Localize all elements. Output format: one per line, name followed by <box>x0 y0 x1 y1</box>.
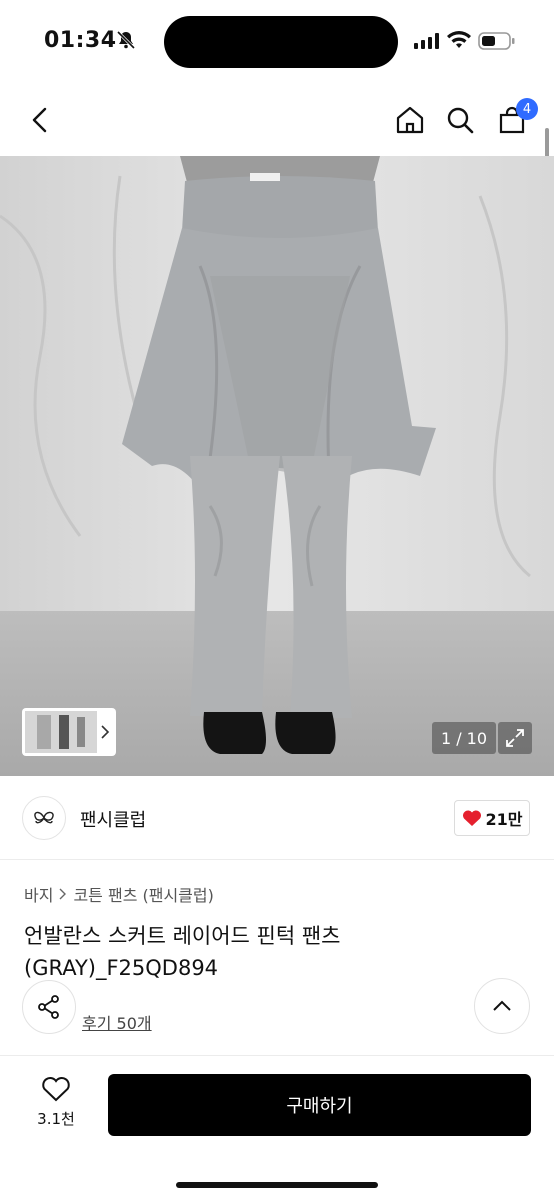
brand-row: 팬시클럽 21만 <box>0 776 554 860</box>
bottom-action-bar: 3.1천 구매하기 <box>0 1055 554 1200</box>
image-counter: 1 / 10 <box>432 722 496 754</box>
search-icon <box>447 107 474 134</box>
expand-icon <box>506 729 524 747</box>
brand-like-count: 21만 <box>485 810 523 829</box>
chevron-right-icon[interactable] <box>97 725 113 739</box>
share-icon <box>38 995 59 1019</box>
product-image[interactable]: 1 / 10 <box>0 156 554 776</box>
back-button[interactable] <box>20 100 60 140</box>
breadcrumb-item[interactable]: 바지 <box>24 882 53 906</box>
battery-icon <box>478 31 516 51</box>
thumbnail-image[interactable] <box>25 711 97 753</box>
breadcrumb: 바지 코튼 팬츠 (팬시클럽) <box>24 882 214 906</box>
heart-outline-icon <box>42 1077 70 1102</box>
buy-button[interactable]: 구매하기 <box>108 1074 531 1136</box>
cart-count-badge: 4 <box>516 98 538 120</box>
status-bar: 01:34 <box>0 0 554 84</box>
product-title: 언발란스 스커트 레이어드 핀턱 팬츠 (GRAY)_F25QD894 <box>24 924 341 980</box>
status-time: 01:34 <box>44 28 117 53</box>
home-indicator[interactable] <box>176 1182 378 1188</box>
brand-like-button[interactable]: 21만 <box>454 800 530 836</box>
wishlist-button[interactable]: 3.1천 <box>22 1076 90 1129</box>
cart-button[interactable]: 4 <box>492 98 538 140</box>
cellular-signal-icon <box>414 33 440 49</box>
app-header: 4 <box>0 84 554 156</box>
brand-name[interactable]: 팬시클럽 <box>80 806 146 832</box>
product-photo <box>0 156 554 776</box>
chevron-left-icon <box>32 107 47 133</box>
wishlist-count: 3.1천 <box>37 1110 75 1128</box>
home-button[interactable] <box>390 100 430 140</box>
thumbnail-strip[interactable] <box>22 708 116 756</box>
wifi-icon <box>446 30 472 50</box>
home-icon <box>396 106 424 134</box>
search-button[interactable] <box>440 100 480 140</box>
heart-filled-icon <box>462 810 481 826</box>
dynamic-island <box>164 16 398 68</box>
chevron-right-icon <box>59 888 67 900</box>
share-button[interactable] <box>22 980 76 1034</box>
review-link[interactable]: 후기 50개 <box>82 1010 152 1034</box>
chevron-up-icon <box>493 1000 511 1011</box>
breadcrumb-item[interactable]: 코튼 팬츠 (팬시클럽) <box>73 882 213 906</box>
scroll-top-button[interactable] <box>474 978 530 1034</box>
bell-muted-icon <box>116 30 136 50</box>
expand-button[interactable] <box>498 722 532 754</box>
brand-logo[interactable] <box>22 796 66 840</box>
